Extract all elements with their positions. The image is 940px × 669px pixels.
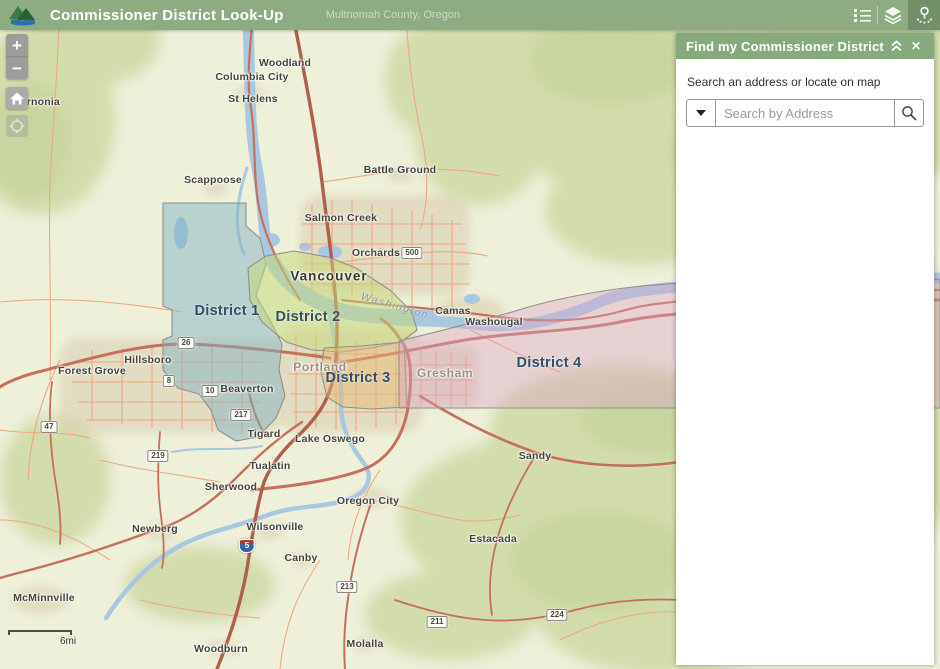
panel-close-button[interactable]: ✕: [906, 36, 926, 56]
zoom-controls: + −: [6, 34, 28, 79]
panel-title: Find my Commissioner District: [686, 39, 886, 54]
search-button[interactable]: [894, 99, 924, 127]
legend-icon: [854, 8, 871, 23]
panel-body: Search an address or locate on map: [676, 59, 934, 665]
collapse-chevrons-icon: [890, 40, 903, 52]
zoom-in-button[interactable]: +: [6, 34, 28, 56]
zoom-out-button[interactable]: −: [6, 57, 28, 79]
layers-button[interactable]: [878, 0, 908, 30]
app-subtitle: Multnomah County, Oregon: [326, 9, 460, 21]
home-button[interactable]: [6, 87, 28, 109]
search-source-dropdown[interactable]: [686, 99, 716, 127]
close-icon: ✕: [911, 39, 921, 53]
my-location-button[interactable]: [6, 115, 28, 137]
locate-icon: [9, 118, 25, 134]
find-district-panel: Find my Commissioner District ✕ Search a…: [676, 33, 934, 665]
app-window: VernoniaWoodlandColumbia CitySt HelensSc…: [0, 0, 940, 669]
district-lookup-button[interactable]: [908, 0, 940, 30]
legend-button[interactable]: [847, 0, 877, 30]
magnifier-icon: [901, 105, 917, 121]
chevron-down-icon: [696, 110, 706, 116]
search-row: [686, 99, 924, 127]
county-logo: [8, 3, 38, 27]
home-icon: [9, 91, 25, 106]
search-input[interactable]: [716, 99, 894, 127]
scale-bar-line: [8, 630, 72, 635]
layers-icon: [884, 7, 902, 24]
panel-header: Find my Commissioner District ✕: [676, 33, 934, 59]
scale-bar-label: 6mi: [60, 636, 76, 647]
app-header: Commissioner District Look-Up Multnomah …: [0, 0, 940, 30]
panel-collapse-button[interactable]: [886, 36, 906, 56]
app-title: Commissioner District Look-Up: [50, 7, 284, 24]
scale-bar: 6mi: [8, 630, 76, 647]
district-lookup-icon: [915, 6, 934, 24]
search-instruction: Search an address or locate on map: [687, 75, 924, 89]
